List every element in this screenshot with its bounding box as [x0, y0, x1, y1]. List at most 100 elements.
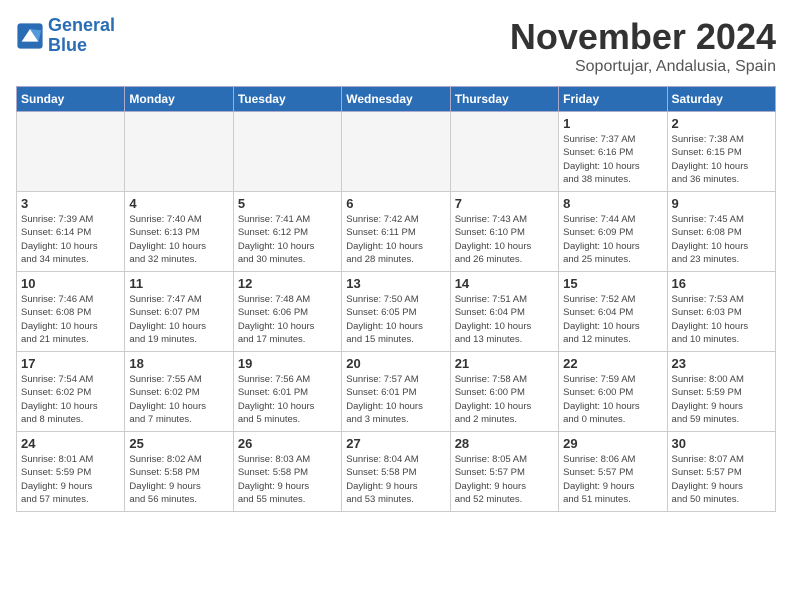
day-info: Sunrise: 8:07 AM Sunset: 5:57 PM Dayligh…	[672, 453, 771, 506]
calendar-cell: 26Sunrise: 8:03 AM Sunset: 5:58 PM Dayli…	[233, 432, 341, 512]
month-title: November 2024	[510, 16, 776, 58]
day-info: Sunrise: 7:56 AM Sunset: 6:01 PM Dayligh…	[238, 373, 337, 426]
day-number: 4	[129, 196, 228, 211]
calendar-cell: 10 Sunrise: 7:46 AM Sunset: 6:08 PM Dayli…	[17, 272, 125, 352]
calendar-cell	[125, 112, 233, 192]
logo-icon	[16, 22, 44, 50]
day-info: Sunrise: 7:44 AM Sunset: 6:09 PM Dayligh…	[563, 213, 662, 266]
day-number: 1	[563, 116, 662, 131]
calendar-cell: 6 Sunrise: 7:42 AM Sunset: 6:11 PM Daylig…	[342, 192, 450, 272]
day-number: 17	[21, 356, 120, 371]
day-info: Sunrise: 7:46 AM Sunset: 6:08 PM Dayligh…	[21, 293, 120, 346]
day-number: 15	[563, 276, 662, 291]
day-info: Sunrise: 7:48 AM Sunset: 6:06 PM Dayligh…	[238, 293, 337, 346]
calendar-cell: 2 Sunrise: 7:38 AM Sunset: 6:15 PM Daylig…	[667, 112, 775, 192]
calendar-cell: 30Sunrise: 8:07 AM Sunset: 5:57 PM Dayli…	[667, 432, 775, 512]
day-info: Sunrise: 7:58 AM Sunset: 6:00 PM Dayligh…	[455, 373, 554, 426]
week-row-5: 24Sunrise: 8:01 AM Sunset: 5:59 PM Dayli…	[17, 432, 776, 512]
day-info: Sunrise: 7:52 AM Sunset: 6:04 PM Dayligh…	[563, 293, 662, 346]
calendar-cell: 12Sunrise: 7:48 AM Sunset: 6:06 PM Dayli…	[233, 272, 341, 352]
day-number: 6	[346, 196, 445, 211]
day-number: 5	[238, 196, 337, 211]
day-number: 16	[672, 276, 771, 291]
calendar-cell: 13Sunrise: 7:50 AM Sunset: 6:05 PM Dayli…	[342, 272, 450, 352]
calendar-cell	[342, 112, 450, 192]
day-number: 25	[129, 436, 228, 451]
logo-text: General Blue	[48, 16, 115, 56]
calendar-cell: 11Sunrise: 7:47 AM Sunset: 6:07 PM Dayli…	[125, 272, 233, 352]
calendar-cell: 19 Sunrise: 7:56 AM Sunset: 6:01 PM Dayli…	[233, 352, 341, 432]
day-info: Sunrise: 8:04 AM Sunset: 5:58 PM Dayligh…	[346, 453, 445, 506]
day-number: 8	[563, 196, 662, 211]
day-info: Sunrise: 7:54 AM Sunset: 6:02 PM Dayligh…	[21, 373, 120, 426]
day-info: Sunrise: 7:41 AM Sunset: 6:12 PM Dayligh…	[238, 213, 337, 266]
day-info: Sunrise: 8:01 AM Sunset: 5:59 PM Dayligh…	[21, 453, 120, 506]
calendar-cell: 25 Sunrise: 8:02 AM Sunset: 5:58 PM Dayli…	[125, 432, 233, 512]
header-row: SundayMondayTuesdayWednesdayThursdayFrid…	[17, 87, 776, 112]
logo: General Blue	[16, 16, 115, 56]
day-header-thursday: Thursday	[450, 87, 558, 112]
day-number: 2	[672, 116, 771, 131]
calendar-cell: 20Sunrise: 7:57 AM Sunset: 6:01 PM Dayli…	[342, 352, 450, 432]
title-area: November 2024 Soportujar, Andalusia, Spa…	[510, 16, 776, 76]
day-info: Sunrise: 7:37 AM Sunset: 6:16 PM Dayligh…	[563, 133, 662, 186]
day-info: Sunrise: 8:06 AM Sunset: 5:57 PM Dayligh…	[563, 453, 662, 506]
day-info: Sunrise: 7:40 AM Sunset: 6:13 PM Dayligh…	[129, 213, 228, 266]
calendar-cell: 17 Sunrise: 7:54 AM Sunset: 6:02 PM Dayli…	[17, 352, 125, 432]
header: General Blue November 2024 Soportujar, A…	[16, 16, 776, 76]
calendar-cell: 22 Sunrise: 7:59 AM Sunset: 6:00 PM Dayli…	[559, 352, 667, 432]
day-info: Sunrise: 7:55 AM Sunset: 6:02 PM Dayligh…	[129, 373, 228, 426]
day-info: Sunrise: 8:00 AM Sunset: 5:59 PM Dayligh…	[672, 373, 771, 426]
calendar-cell	[17, 112, 125, 192]
calendar-cell: 5 Sunrise: 7:41 AM Sunset: 6:12 PM Daylig…	[233, 192, 341, 272]
day-header-wednesday: Wednesday	[342, 87, 450, 112]
day-info: Sunrise: 7:38 AM Sunset: 6:15 PM Dayligh…	[672, 133, 771, 186]
day-header-sunday: Sunday	[17, 87, 125, 112]
day-number: 18	[129, 356, 228, 371]
calendar-cell: 7 Sunrise: 7:43 AM Sunset: 6:10 PM Daylig…	[450, 192, 558, 272]
day-number: 26	[238, 436, 337, 451]
calendar-cell	[450, 112, 558, 192]
calendar-cell: 15 Sunrise: 7:52 AM Sunset: 6:04 PM Dayli…	[559, 272, 667, 352]
calendar-body: 1 Sunrise: 7:37 AM Sunset: 6:16 PM Daylig…	[17, 112, 776, 512]
day-info: Sunrise: 8:02 AM Sunset: 5:58 PM Dayligh…	[129, 453, 228, 506]
calendar-cell: 29 Sunrise: 8:06 AM Sunset: 5:57 PM Dayli…	[559, 432, 667, 512]
day-info: Sunrise: 7:45 AM Sunset: 6:08 PM Dayligh…	[672, 213, 771, 266]
calendar-cell	[233, 112, 341, 192]
calendar-header: SundayMondayTuesdayWednesdayThursdayFrid…	[17, 87, 776, 112]
day-number: 22	[563, 356, 662, 371]
day-number: 20	[346, 356, 445, 371]
calendar-cell: 1 Sunrise: 7:37 AM Sunset: 6:16 PM Daylig…	[559, 112, 667, 192]
day-info: Sunrise: 7:59 AM Sunset: 6:00 PM Dayligh…	[563, 373, 662, 426]
day-number: 11	[129, 276, 228, 291]
calendar-table: SundayMondayTuesdayWednesdayThursdayFrid…	[16, 86, 776, 512]
calendar-cell: 4 Sunrise: 7:40 AM Sunset: 6:13 PM Daylig…	[125, 192, 233, 272]
day-info: Sunrise: 7:42 AM Sunset: 6:11 PM Dayligh…	[346, 213, 445, 266]
day-number: 29	[563, 436, 662, 451]
day-number: 3	[21, 196, 120, 211]
calendar-cell: 14Sunrise: 7:51 AM Sunset: 6:04 PM Dayli…	[450, 272, 558, 352]
week-row-1: 1 Sunrise: 7:37 AM Sunset: 6:16 PM Daylig…	[17, 112, 776, 192]
day-number: 10	[21, 276, 120, 291]
day-number: 28	[455, 436, 554, 451]
week-row-2: 3Sunrise: 7:39 AM Sunset: 6:14 PM Daylig…	[17, 192, 776, 272]
calendar-cell: 28 Sunrise: 8:05 AM Sunset: 5:57 PM Dayli…	[450, 432, 558, 512]
calendar-cell: 24Sunrise: 8:01 AM Sunset: 5:59 PM Dayli…	[17, 432, 125, 512]
day-number: 7	[455, 196, 554, 211]
day-number: 19	[238, 356, 337, 371]
day-header-monday: Monday	[125, 87, 233, 112]
day-info: Sunrise: 8:05 AM Sunset: 5:57 PM Dayligh…	[455, 453, 554, 506]
day-number: 13	[346, 276, 445, 291]
calendar-cell: 23Sunrise: 8:00 AM Sunset: 5:59 PM Dayli…	[667, 352, 775, 432]
logo-line2: Blue	[48, 35, 87, 55]
calendar-cell: 16Sunrise: 7:53 AM Sunset: 6:03 PM Dayli…	[667, 272, 775, 352]
day-header-friday: Friday	[559, 87, 667, 112]
day-info: Sunrise: 7:51 AM Sunset: 6:04 PM Dayligh…	[455, 293, 554, 346]
day-number: 27	[346, 436, 445, 451]
day-info: Sunrise: 7:43 AM Sunset: 6:10 PM Dayligh…	[455, 213, 554, 266]
week-row-4: 17 Sunrise: 7:54 AM Sunset: 6:02 PM Dayli…	[17, 352, 776, 432]
day-number: 9	[672, 196, 771, 211]
day-number: 21	[455, 356, 554, 371]
logo-line1: General	[48, 15, 115, 35]
day-header-tuesday: Tuesday	[233, 87, 341, 112]
